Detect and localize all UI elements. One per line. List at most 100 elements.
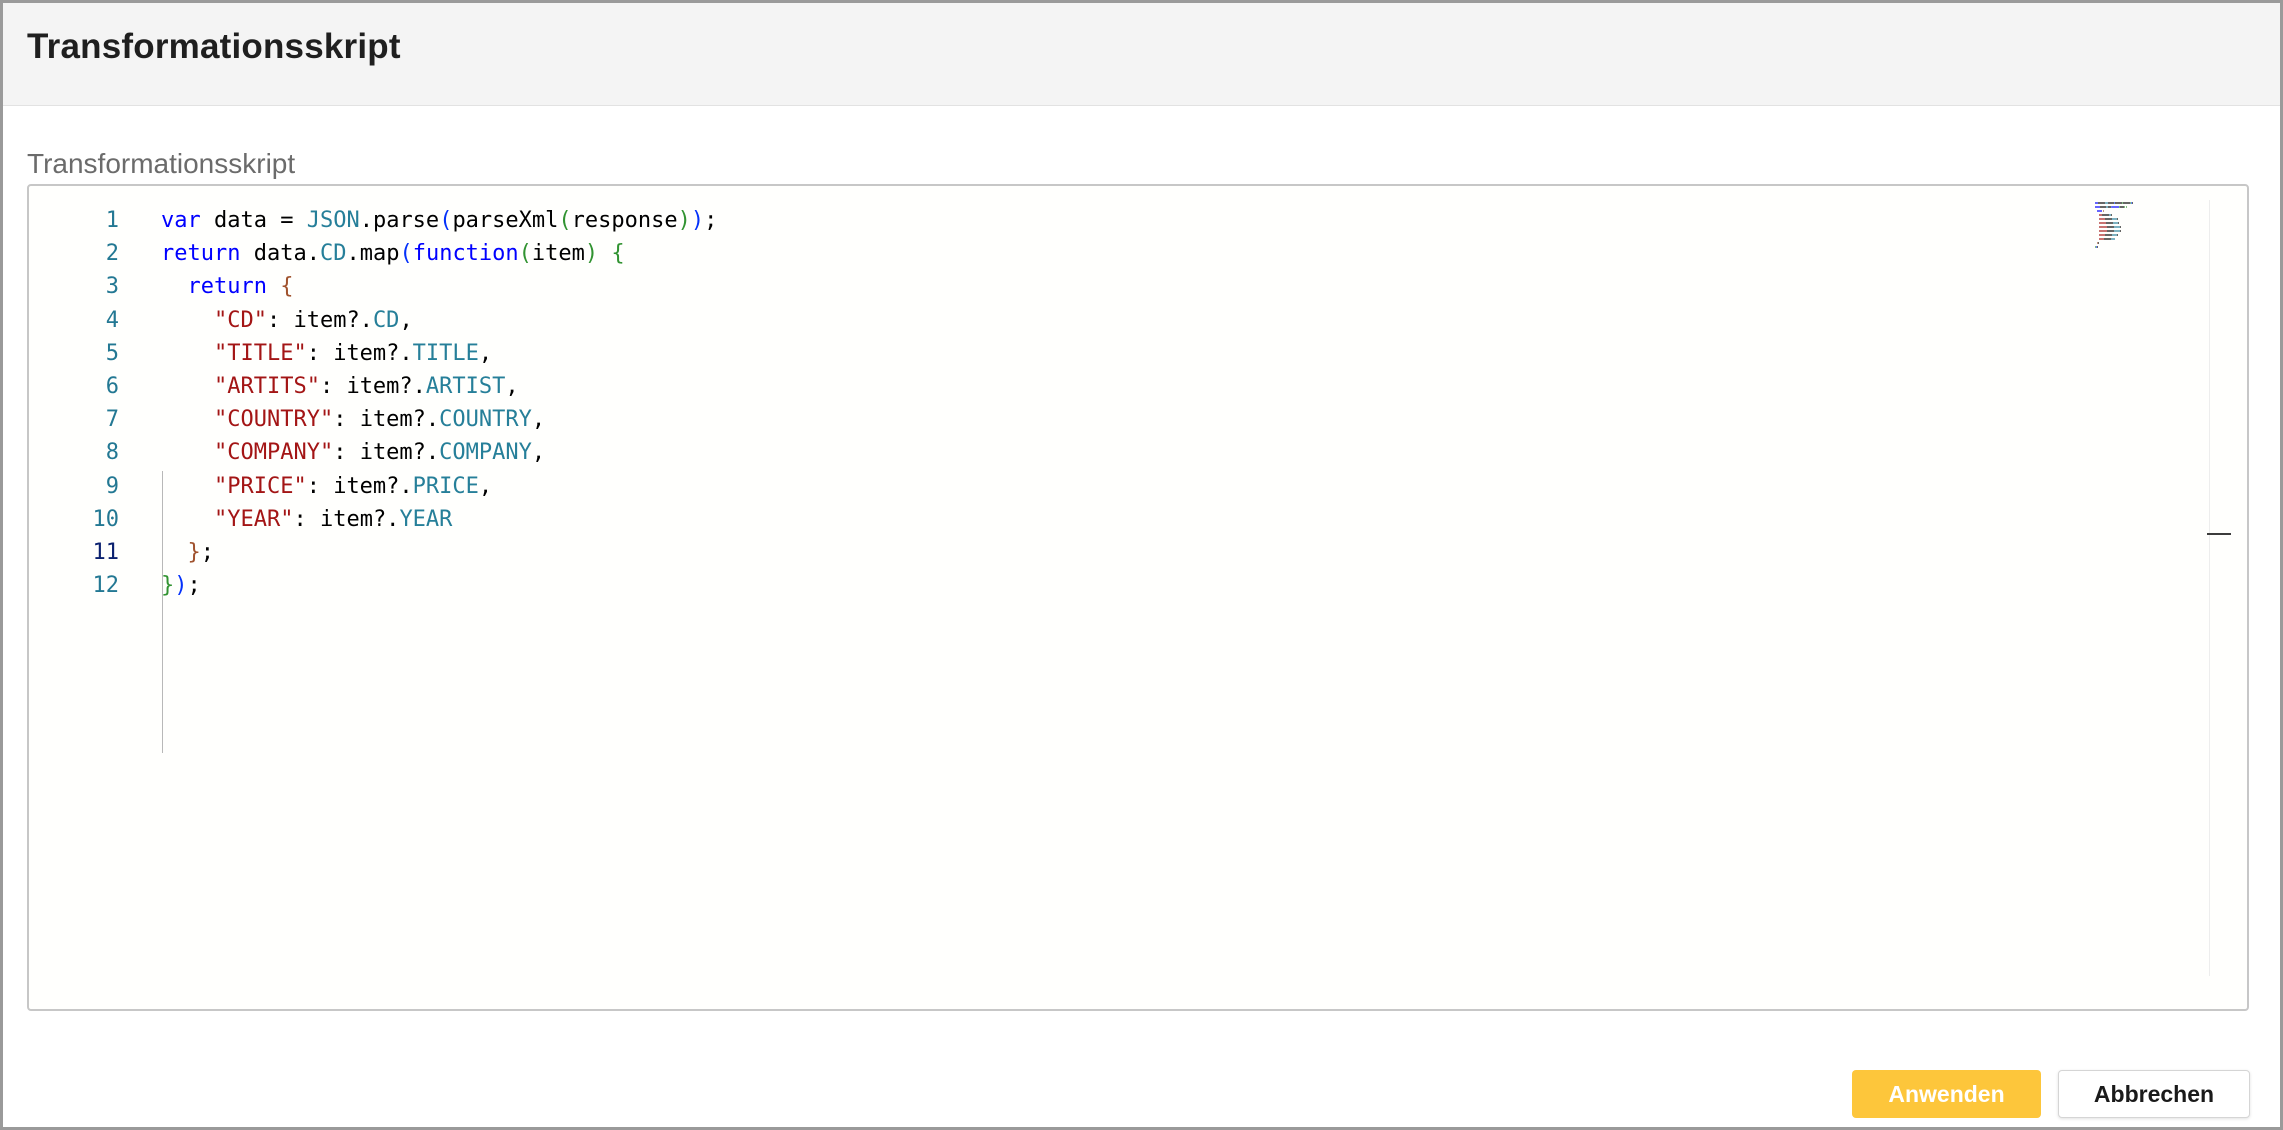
line-number: 2 — [105, 241, 119, 267]
code-line[interactable]: "COMPANY": item?.COMPANY, — [161, 436, 717, 469]
code-token: CD — [372, 307, 400, 333]
code-token: { — [280, 274, 294, 300]
minimap-segment — [2112, 206, 2120, 208]
code-token: JSON — [306, 208, 360, 233]
code-token: : item?. — [319, 373, 426, 399]
minimap-segment — [2106, 226, 2114, 228]
minimap-row — [2095, 214, 2145, 217]
code-token: "YEAR" — [213, 506, 294, 532]
code-token: item — [531, 241, 585, 267]
code-token: data = — [200, 208, 307, 233]
code-line[interactable]: "TITLE": item?.TITLE, — [161, 337, 717, 370]
code-token: "COMPANY" — [213, 440, 334, 466]
minimap-segment — [2131, 202, 2133, 204]
code-token: return — [161, 241, 241, 267]
code-token: } — [187, 539, 201, 565]
minimap-row — [2095, 218, 2145, 221]
minimap-segment — [2105, 222, 2113, 224]
code-line[interactable]: "COUNTRY": item?.COUNTRY, — [161, 403, 717, 436]
minimap-row — [2095, 202, 2145, 205]
code-token: function — [412, 241, 519, 267]
minimap-row — [2095, 242, 2145, 245]
editor-scrollbar[interactable] — [2209, 200, 2210, 976]
line-number: 12 — [92, 573, 120, 599]
minimap-row — [2095, 226, 2145, 229]
code-token: , — [399, 307, 413, 333]
line-number: 5 — [105, 340, 119, 366]
minimap-segment — [2106, 230, 2114, 232]
minimap-segment — [2116, 234, 2118, 236]
code-token: ) — [584, 241, 599, 267]
code-token: : item?. — [333, 407, 440, 433]
code-token: PRICE — [412, 473, 479, 499]
minimap-segment — [2120, 230, 2122, 232]
minimap-segment — [2118, 222, 2120, 224]
code-token: ( — [399, 241, 413, 267]
code-token: data. — [240, 241, 320, 267]
code-line[interactable]: var data = JSON.parse(parseXml(response)… — [161, 204, 717, 237]
code-token: : item?. — [293, 506, 400, 532]
code-line[interactable]: "YEAR": item?.YEAR — [161, 503, 717, 536]
code-token: ( — [558, 208, 572, 233]
code-token: , — [478, 473, 493, 499]
minimap-row — [2095, 246, 2145, 249]
code-line[interactable]: "PRICE": item?.PRICE, — [161, 470, 717, 503]
minimap-segment — [2125, 206, 2127, 208]
code-token: ) — [174, 573, 188, 599]
code-line[interactable]: }; — [161, 536, 717, 569]
minimap-segment — [2098, 222, 2106, 224]
editor-minimap[interactable] — [2095, 202, 2145, 248]
line-number: 6 — [105, 373, 119, 399]
code-token: : item?. — [333, 440, 440, 466]
code-line[interactable]: "ARTITS": item?.ARTIST, — [161, 370, 717, 403]
minimap-segment — [2111, 238, 2115, 240]
code-content[interactable]: var data = JSON.parse(parseXml(response)… — [161, 204, 717, 602]
dialog-title: Transformationsskript — [27, 27, 401, 66]
code-token: , — [531, 407, 546, 433]
line-number: 3 — [105, 274, 119, 300]
minimap-segment — [2103, 238, 2112, 240]
line-number-gutter: 1 2 3 4 5 6 7 8 9 10 11 12 — [29, 204, 120, 602]
line-number: 9 — [105, 473, 119, 499]
code-token: { — [611, 241, 625, 267]
code-token: .map — [346, 241, 400, 267]
cancel-button[interactable]: Abbrechen — [2058, 1070, 2250, 1118]
code-token: response — [571, 208, 678, 233]
minimap-row — [2095, 234, 2145, 237]
code-token: } — [161, 573, 175, 599]
code-line[interactable]: return data.CD.map(function(item) { — [161, 237, 717, 270]
code-token: : item?. — [266, 307, 373, 333]
minimap-segment — [2097, 242, 2099, 244]
code-line[interactable]: }); — [161, 569, 717, 602]
minimap-row — [2095, 230, 2145, 233]
line-number: 10 — [92, 506, 120, 532]
minimap-segment — [2103, 210, 2104, 212]
code-token: "COUNTRY" — [213, 407, 334, 433]
code-editor[interactable]: 1 2 3 4 5 6 7 8 9 10 11 12 var data = JSON.parse(pa… — [27, 184, 2249, 1011]
code-token: parseXml — [452, 208, 559, 233]
code-token: CD — [319, 241, 347, 267]
minimap-segment — [2098, 230, 2107, 232]
apply-button[interactable]: Anwenden — [1852, 1070, 2041, 1118]
code-token: "PRICE" — [213, 473, 307, 499]
code-token: COUNTRY — [439, 407, 532, 433]
minimap-segment — [2122, 202, 2131, 204]
minimap-segment — [2116, 218, 2118, 220]
code-token: ; — [704, 208, 718, 233]
code-token: "ARTITS" — [213, 373, 320, 399]
minimap-segment — [2098, 226, 2107, 228]
minimap-row — [2095, 210, 2145, 213]
line-number: 8 — [105, 440, 119, 466]
code-line[interactable]: return { — [161, 270, 717, 303]
minimap-segment — [2114, 202, 2122, 204]
minimap-segment — [2120, 226, 2122, 228]
code-line[interactable]: "CD": item?.CD, — [161, 304, 717, 337]
code-token: ) — [690, 208, 705, 233]
